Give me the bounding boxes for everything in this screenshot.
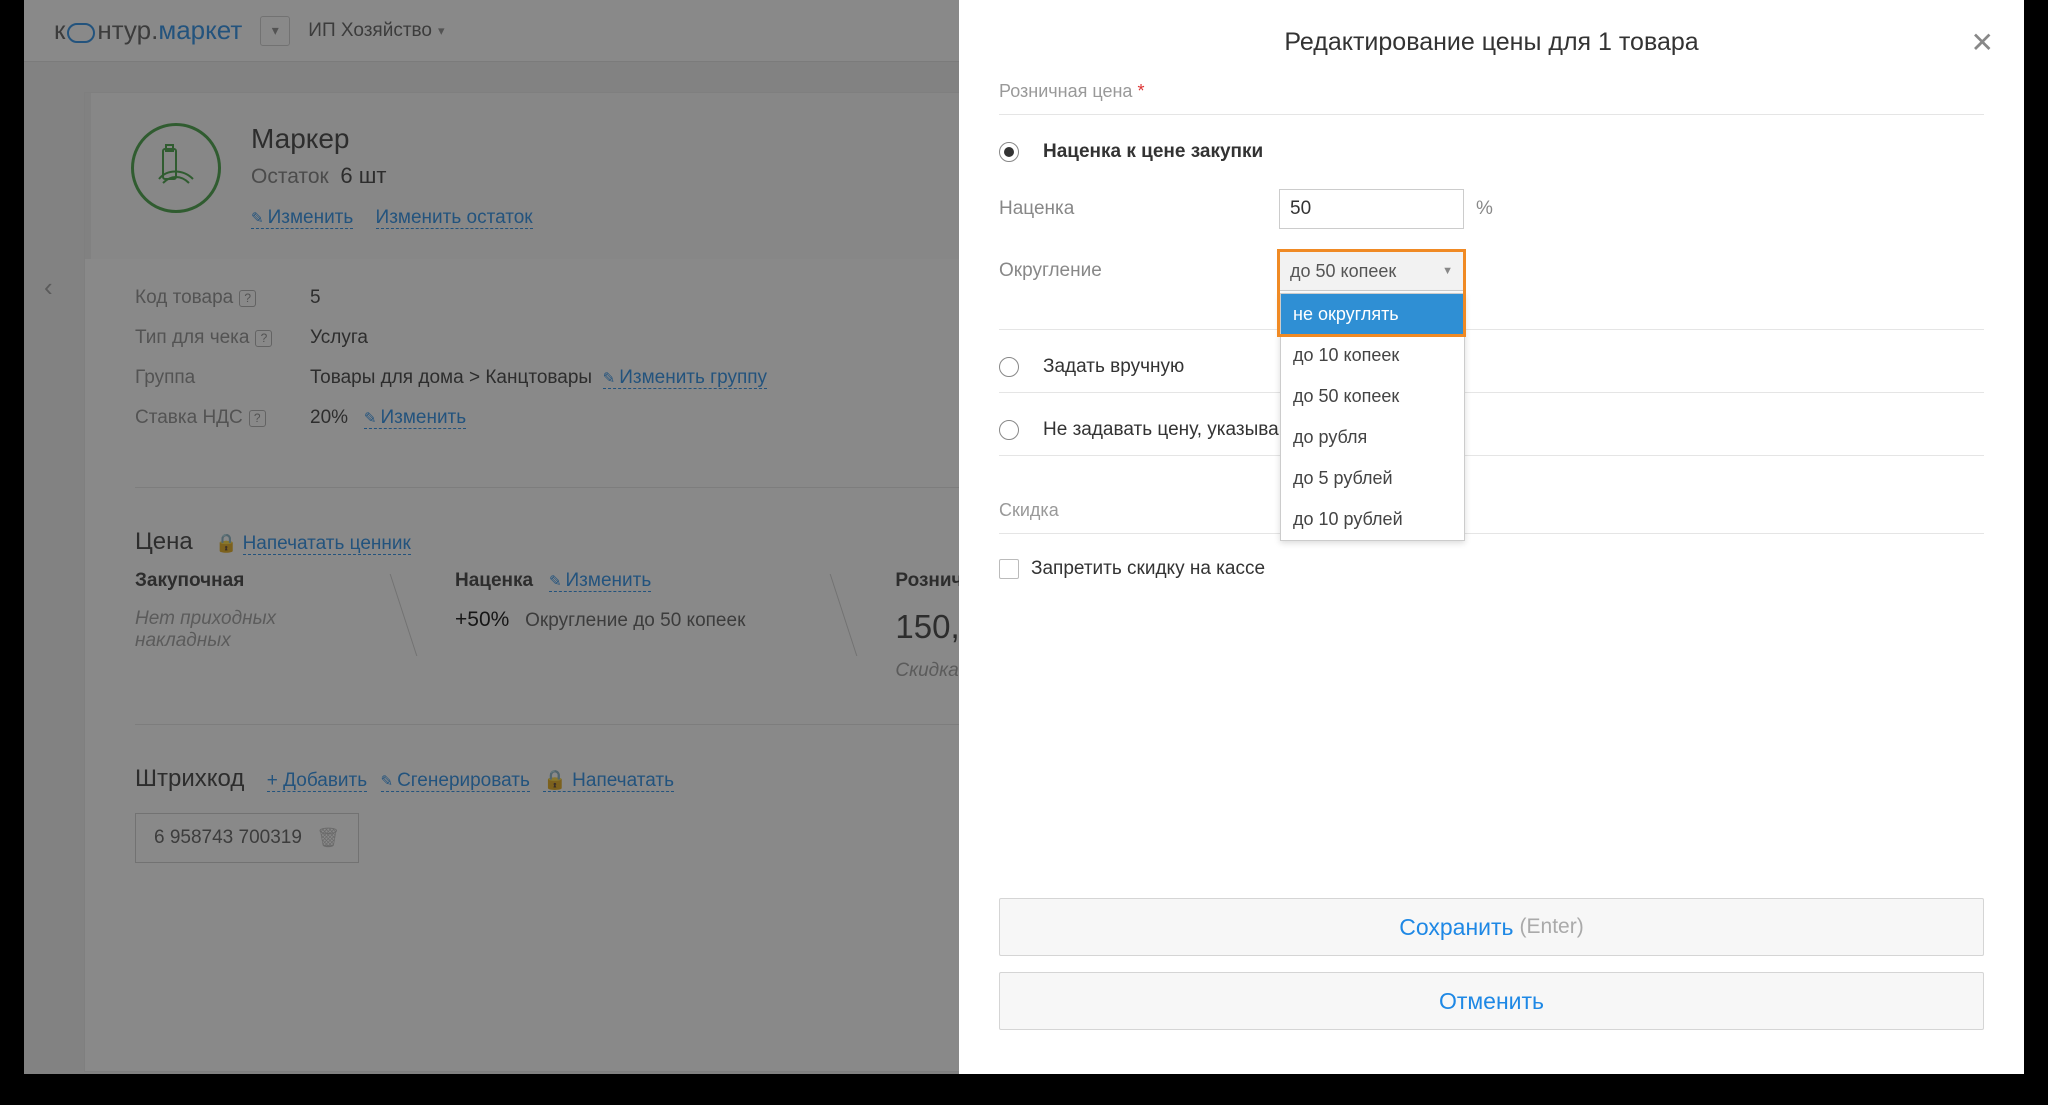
radio-manual-option[interactable]: Задать вручную	[999, 348, 1984, 386]
markup-input[interactable]	[1279, 189, 1464, 229]
chevron-down-icon: ▼	[1442, 265, 1453, 277]
retail-price-label: Розничная цена	[999, 81, 1132, 101]
forbid-discount-label: Запретить скидку на кассе	[1031, 558, 1265, 580]
rounding-selected-value: до 50 копеек	[1290, 261, 1396, 282]
rounding-option-none[interactable]: не округлять	[1281, 294, 1464, 335]
markup-unit: %	[1476, 198, 1493, 220]
radio-icon	[999, 357, 1019, 377]
radio-markup-option[interactable]: Наценка к цене закупки	[999, 133, 1984, 171]
rounding-option-50kop[interactable]: до 50 копеек	[1281, 376, 1464, 417]
checkbox-icon	[999, 559, 1019, 579]
cancel-label: Отменить	[1439, 988, 1544, 1015]
radio-no-price-option[interactable]: Не задавать цену, указыва	[999, 411, 1984, 449]
rounding-dropdown: не округлять до 10 копеек до 50 копеек д…	[1280, 293, 1465, 541]
panel-title: Редактирование цены для 1 товара	[1284, 28, 1698, 57]
rounding-select[interactable]: до 50 копеек ▼ не округлять до 10 копеек…	[1279, 251, 1464, 291]
save-button[interactable]: Сохранить (Enter)	[999, 898, 1984, 956]
forbid-discount-checkbox-row[interactable]: Запретить скидку на кассе	[999, 552, 1984, 586]
save-label: Сохранить	[1399, 914, 1513, 941]
edit-price-panel: Редактирование цены для 1 товара ✕ Розни…	[959, 0, 2024, 1074]
radio-icon	[999, 420, 1019, 440]
rounding-option-10rub[interactable]: до 10 рублей	[1281, 499, 1464, 540]
discount-section-label: Скидка	[999, 500, 1984, 521]
rounding-option-5rub[interactable]: до 5 рублей	[1281, 458, 1464, 499]
radio-markup-label: Наценка к цене закупки	[1043, 141, 1263, 163]
rounding-option-10kop[interactable]: до 10 копеек	[1281, 335, 1464, 376]
rounding-field-label: Округление	[999, 260, 1279, 282]
save-hint: (Enter)	[1520, 915, 1584, 939]
radio-manual-label: Задать вручную	[1043, 356, 1184, 378]
cancel-button[interactable]: Отменить	[999, 972, 1984, 1030]
markup-field-label: Наценка	[999, 198, 1279, 220]
required-asterisk: *	[1137, 81, 1144, 101]
radio-icon	[999, 142, 1019, 162]
rounding-option-ruble[interactable]: до рубля	[1281, 417, 1464, 458]
close-icon[interactable]: ✕	[1971, 26, 1994, 59]
radio-no-price-label: Не задавать цену, указыва	[1043, 419, 1279, 441]
